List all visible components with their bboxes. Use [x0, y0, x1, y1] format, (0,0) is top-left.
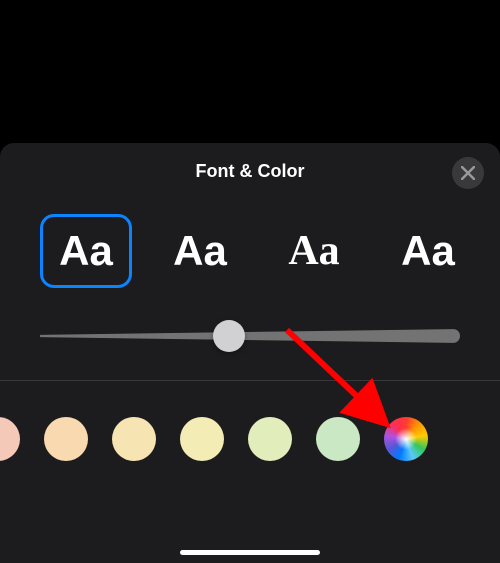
font-sample: Aa — [173, 230, 227, 272]
color-swatch-5[interactable] — [248, 417, 292, 461]
color-swatch-1[interactable] — [0, 417, 20, 461]
font-sample: Aa — [401, 230, 455, 272]
close-icon — [461, 166, 475, 180]
color-swatch-3[interactable] — [112, 417, 156, 461]
color-swatch-2[interactable] — [44, 417, 88, 461]
font-option-2[interactable]: Aa — [154, 214, 246, 288]
font-sample: Aa — [288, 230, 339, 272]
home-indicator[interactable] — [180, 550, 320, 555]
sheet-header: Font & Color — [0, 143, 500, 202]
size-slider-container — [0, 312, 500, 376]
font-color-sheet: Font & Color Aa Aa Aa Aa — [0, 143, 500, 563]
color-swatch-6[interactable] — [316, 417, 360, 461]
color-swatch-4[interactable] — [180, 417, 224, 461]
size-slider[interactable] — [40, 320, 460, 352]
font-option-4[interactable]: Aa — [382, 214, 474, 288]
slider-thumb[interactable] — [213, 320, 245, 352]
font-option-1[interactable]: Aa — [40, 214, 132, 288]
close-button[interactable] — [452, 157, 484, 189]
slider-track — [40, 329, 460, 343]
font-option-3[interactable]: Aa — [268, 214, 360, 288]
font-sample: Aa — [59, 230, 113, 272]
color-picker-row[interactable] — [0, 381, 500, 497]
color-wheel-button[interactable] — [384, 417, 428, 461]
font-picker[interactable]: Aa Aa Aa Aa — [0, 202, 500, 312]
sheet-title: Font & Color — [196, 161, 305, 182]
